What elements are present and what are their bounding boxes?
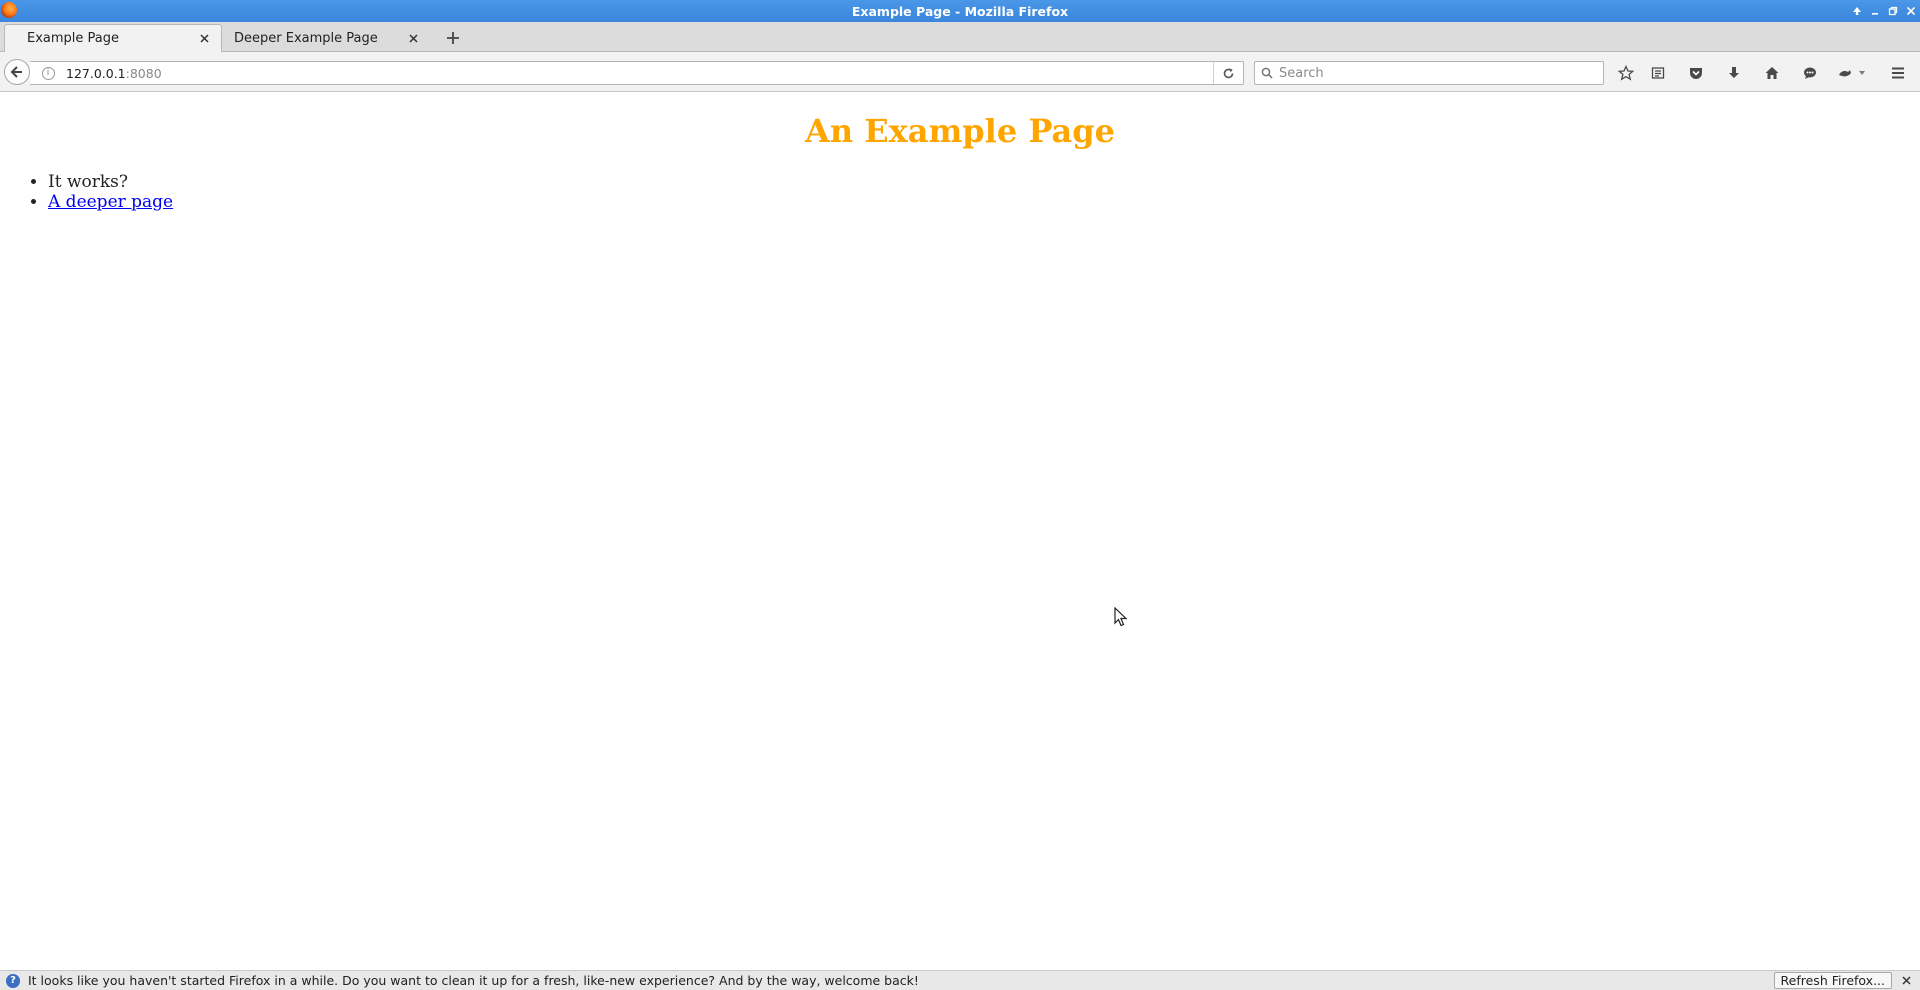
reading-list-button[interactable]: [1646, 62, 1670, 84]
question-icon: ?: [6, 973, 20, 988]
notification-bar: ? It looks like you haven't started Fire…: [0, 970, 1920, 990]
menu-button[interactable]: [1886, 62, 1910, 84]
menu-icon: [1892, 67, 1904, 79]
mouse-cursor-icon: [1114, 607, 1128, 627]
list-item: It works?: [48, 172, 173, 192]
extension-button[interactable]: [1834, 62, 1870, 84]
bookmark-star-icon: [1618, 65, 1634, 81]
search-input[interactable]: [1279, 65, 1579, 81]
close-icon: [1901, 976, 1911, 985]
tab-label: Example Page: [27, 31, 120, 46]
window-controls: [1848, 0, 1920, 22]
new-tab-button[interactable]: [440, 25, 466, 51]
pocket-button[interactable]: [1684, 62, 1708, 84]
home-icon: [1765, 67, 1779, 79]
deeper-page-link[interactable]: A deeper page: [48, 192, 173, 212]
chat-icon: [1804, 67, 1816, 79]
search-bar[interactable]: [1254, 61, 1604, 85]
firefox-logo-icon: [1, 2, 17, 18]
bookmark-button[interactable]: [1614, 62, 1638, 84]
tab-close-button[interactable]: [197, 32, 211, 46]
minimize-icon: [1872, 13, 1878, 15]
plus-icon: [447, 32, 459, 44]
window-keep-above-button[interactable]: [1848, 0, 1866, 22]
tab-strip: Example Page Deeper Example Page: [0, 22, 1920, 52]
notification-close-button[interactable]: [1898, 972, 1914, 989]
notification-message: It looks like you haven't started Firefo…: [28, 973, 919, 988]
url-bar[interactable]: i 127.0.0.1:8080: [30, 61, 1244, 85]
close-icon: [1906, 6, 1916, 16]
tab-label: Deeper Example Page: [234, 30, 378, 46]
site-info-button[interactable]: i: [38, 66, 58, 80]
url-port: :8080: [125, 65, 162, 81]
tab-deeper-example-page[interactable]: Deeper Example Page: [222, 24, 430, 52]
list-item-text: It works?: [48, 172, 129, 192]
arrow-left-icon: [10, 66, 22, 78]
tab-example-page[interactable]: Example Page: [4, 24, 222, 52]
window-titlebar: Example Page - Mozilla Firefox: [0, 0, 1920, 22]
tab-close-button[interactable]: [406, 31, 420, 45]
close-icon: [408, 33, 418, 43]
info-icon: i: [41, 66, 55, 80]
window-close-button[interactable]: [1902, 0, 1920, 22]
window-maximize-button[interactable]: [1884, 0, 1902, 22]
reload-icon: [1223, 67, 1234, 78]
maximize-icon: [1888, 6, 1898, 16]
refresh-firefox-button[interactable]: Refresh Firefox...: [1773, 972, 1892, 989]
arrow-up-icon: [1853, 7, 1861, 15]
downloads-button[interactable]: [1722, 62, 1746, 84]
page-list: It works? A deeper page: [48, 172, 173, 212]
search-icon: [1255, 67, 1279, 79]
window-minimize-button[interactable]: [1866, 0, 1884, 22]
chat-button[interactable]: [1798, 62, 1822, 84]
list-item: A deeper page: [48, 192, 173, 212]
window-title: Example Page - Mozilla Firefox: [851, 3, 1069, 19]
page-heading: An Example Page: [805, 112, 1115, 150]
extension-icon: [1839, 70, 1865, 77]
home-button[interactable]: [1760, 62, 1784, 84]
pocket-icon: [1690, 68, 1702, 79]
reading-list-icon: [1651, 67, 1665, 79]
url-host: 127.0.0.1: [66, 65, 126, 81]
navigation-toolbar: i 127.0.0.1:8080: [0, 52, 1920, 92]
back-button[interactable]: [4, 59, 30, 85]
reload-button[interactable]: [1213, 62, 1243, 84]
downloads-icon: [1729, 67, 1739, 78]
close-icon: [199, 34, 209, 43]
page-content: An Example Page It works? A deeper page: [0, 92, 1920, 970]
